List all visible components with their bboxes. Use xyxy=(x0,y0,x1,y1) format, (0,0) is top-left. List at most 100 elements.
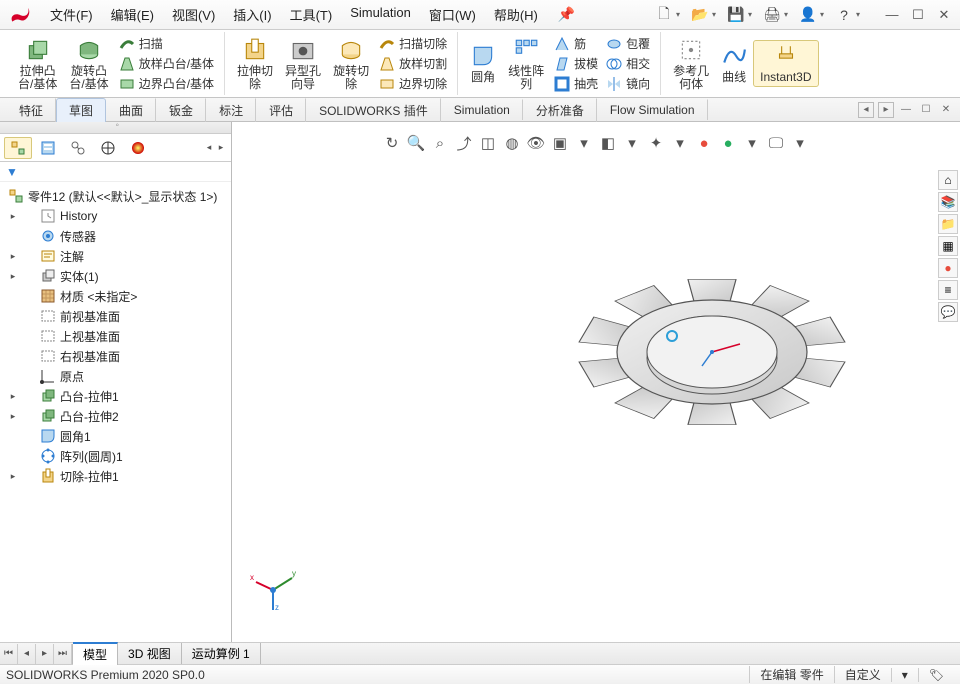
config-mgr-tab-icon[interactable] xyxy=(64,137,92,159)
window-maximize-icon[interactable]: ☐ xyxy=(906,5,930,25)
window-minimize-icon[interactable]: ― xyxy=(880,5,904,25)
appearance2-icon[interactable]: ● xyxy=(717,132,739,154)
tab-feature[interactable]: 特征 xyxy=(6,98,56,122)
doc-next-icon[interactable]: ▸ xyxy=(878,102,894,118)
mirror-button[interactable]: 镜向 xyxy=(602,74,654,93)
section-view-icon[interactable]: ◫ xyxy=(477,132,499,154)
menu-simulation[interactable]: Simulation xyxy=(342,2,419,27)
tree-item[interactable]: 阵列(圆周)1 xyxy=(0,446,231,466)
qat-save-icon[interactable]: 💾 xyxy=(726,5,746,25)
zoom-area-icon[interactable]: ⌕ xyxy=(429,132,451,154)
qat-user-drop[interactable]: ▾ xyxy=(820,10,828,19)
panel-tab-prev-icon[interactable]: ◂ xyxy=(203,142,215,153)
bottom-tab-3dview[interactable]: 3D 视图 xyxy=(118,643,182,664)
cut-loft-button[interactable]: 放样切割 xyxy=(375,54,451,73)
cut-sweep-button[interactable]: 扫描切除 xyxy=(375,34,451,53)
view-orient-icon[interactable]: ↻ xyxy=(381,132,403,154)
wrap-button[interactable]: 包覆 xyxy=(602,34,654,53)
intersect-button[interactable]: 相交 xyxy=(602,54,654,73)
dimxpert-tab-icon[interactable] xyxy=(94,137,122,159)
tree-item[interactable]: ▸History xyxy=(0,206,231,226)
tab-analysis-prep[interactable]: 分析准备 xyxy=(523,98,597,122)
window-close-icon[interactable]: ✕ xyxy=(932,5,956,25)
menu-help[interactable]: 帮助(H) xyxy=(486,2,546,27)
cut-extrude-button[interactable]: 拉伸切 除 xyxy=(231,35,279,93)
view-cube2-icon[interactable]: ◧ xyxy=(597,132,619,154)
panel-drag-handle[interactable] xyxy=(0,122,231,134)
hide-show-icon[interactable]: 👁 xyxy=(525,132,547,154)
tree-item[interactable]: ▸注解 xyxy=(0,246,231,266)
boss-revolve-button[interactable]: 旋转凸 台/基体 xyxy=(63,35,114,93)
btab-last-icon[interactable]: ⏭ xyxy=(54,644,72,664)
property-mgr-tab-icon[interactable] xyxy=(34,137,62,159)
boundary-button[interactable]: 边界凸台/基体 xyxy=(115,74,218,93)
view-drop3-icon[interactable]: ▾ xyxy=(669,132,691,154)
doc-max-icon[interactable]: ☐ xyxy=(918,102,934,118)
status-custom[interactable]: 自定义 xyxy=(834,666,891,683)
taskpane-view-icon[interactable]: ▦ xyxy=(938,236,958,256)
view-drop4-icon[interactable]: ▾ xyxy=(741,132,763,154)
tree-item[interactable]: 右视基准面 xyxy=(0,346,231,366)
tab-evaluate[interactable]: 评估 xyxy=(256,98,306,122)
graphics-area[interactable]: ↻ 🔍 ⌕ ⤴ ◫ ◍ 👁 ▣ ▾ ◧ ▾ ✦ ▾ ● ● ▾ 🖵 ▾ xyxy=(232,122,960,642)
tab-addins[interactable]: SOLIDWORKS 插件 xyxy=(306,98,441,122)
tree-item[interactable]: 材质 <未指定> xyxy=(0,286,231,306)
display-mgr-tab-icon[interactable] xyxy=(124,137,152,159)
scene-icon[interactable]: ✦ xyxy=(645,132,667,154)
taskpane-library-icon[interactable]: 📚 xyxy=(938,192,958,212)
panel-tab-next-icon[interactable]: ▸ xyxy=(215,142,227,153)
btab-prev-icon[interactable]: ◂ xyxy=(18,644,36,664)
loft-button[interactable]: 放样凸台/基体 xyxy=(115,54,218,73)
sweep-button[interactable]: 扫描 xyxy=(115,34,218,53)
shell-button[interactable]: 抽壳 xyxy=(550,74,602,93)
hole-wizard-button[interactable]: 异型孔 向导 xyxy=(279,35,327,93)
tree-item[interactable]: ▸切除-拉伸1 xyxy=(0,466,231,486)
status-tag-icon[interactable]: 🏷 xyxy=(918,668,954,682)
qat-new-drop[interactable]: ▾ xyxy=(676,10,684,19)
taskpane-explorer-icon[interactable]: 📁 xyxy=(938,214,958,234)
taskpane-appearance-icon[interactable]: ● xyxy=(938,258,958,278)
tree-item[interactable]: 圆角1 xyxy=(0,426,231,446)
expand-icon[interactable]: ▸ xyxy=(8,251,18,262)
tree-root[interactable]: 零件12 (默认<<默认>_显示状态 1>) xyxy=(0,186,231,206)
doc-close-icon[interactable]: ✕ xyxy=(938,102,954,118)
tab-sheetmetal[interactable]: 钣金 xyxy=(156,98,206,122)
expand-icon[interactable]: ▸ xyxy=(8,391,18,402)
expand-icon[interactable]: ▸ xyxy=(8,471,18,482)
boss-extrude-button[interactable]: 拉伸凸 台/基体 xyxy=(12,35,63,93)
bottom-tab-model[interactable]: 模型 xyxy=(73,642,118,665)
tree-item[interactable]: ▸凸台-拉伸1 xyxy=(0,386,231,406)
zoom-fit-icon[interactable]: 🔍 xyxy=(405,132,427,154)
tab-annotate[interactable]: 标注 xyxy=(206,98,256,122)
tree-item[interactable]: 前视基准面 xyxy=(0,306,231,326)
feature-tree-tab-icon[interactable] xyxy=(4,137,32,159)
qat-save-drop[interactable]: ▾ xyxy=(748,10,756,19)
taskpane-home-icon[interactable]: ⌂ xyxy=(938,170,958,190)
instant3d-button[interactable]: Instant3D xyxy=(753,40,818,87)
view-drop5-icon[interactable]: ▾ xyxy=(789,132,811,154)
qat-user-icon[interactable]: 👤 xyxy=(798,5,818,25)
tree-item[interactable]: 上视基准面 xyxy=(0,326,231,346)
expand-icon[interactable]: ▸ xyxy=(8,211,18,222)
appearance-icon[interactable]: ● xyxy=(693,132,715,154)
view-drop1-icon[interactable]: ▾ xyxy=(573,132,595,154)
pin-icon[interactable]: 📌 xyxy=(552,6,581,23)
menu-edit[interactable]: 编辑(E) xyxy=(103,2,162,27)
qat-new-icon[interactable]: 🗋 xyxy=(654,5,674,25)
ref-geometry-button[interactable]: 参考几 何体 xyxy=(667,35,715,93)
fillet-button[interactable]: 圆角 xyxy=(464,41,502,86)
qat-print-drop[interactable]: ▾ xyxy=(784,10,792,19)
tab-sketch[interactable]: 草图 xyxy=(56,98,106,122)
doc-prev-icon[interactable]: ◂ xyxy=(858,102,874,118)
tree-item[interactable]: 原点 xyxy=(0,366,231,386)
tab-flow-sim[interactable]: Flow Simulation xyxy=(597,99,708,120)
qat-open-icon[interactable]: 📂 xyxy=(690,5,710,25)
expand-icon[interactable]: ▸ xyxy=(8,411,18,422)
linear-pattern-button[interactable]: 线性阵 列 xyxy=(502,35,550,93)
filter-icon[interactable]: ▼ xyxy=(6,165,18,179)
taskpane-custom-icon[interactable]: ≡ xyxy=(938,280,958,300)
cut-revolve-button[interactable]: 旋转切 除 xyxy=(327,35,375,93)
prev-view-icon[interactable]: ⤴ xyxy=(453,132,475,154)
draft-button[interactable]: 拔模 xyxy=(550,54,602,73)
qat-print-icon[interactable]: 🖨 xyxy=(762,5,782,25)
